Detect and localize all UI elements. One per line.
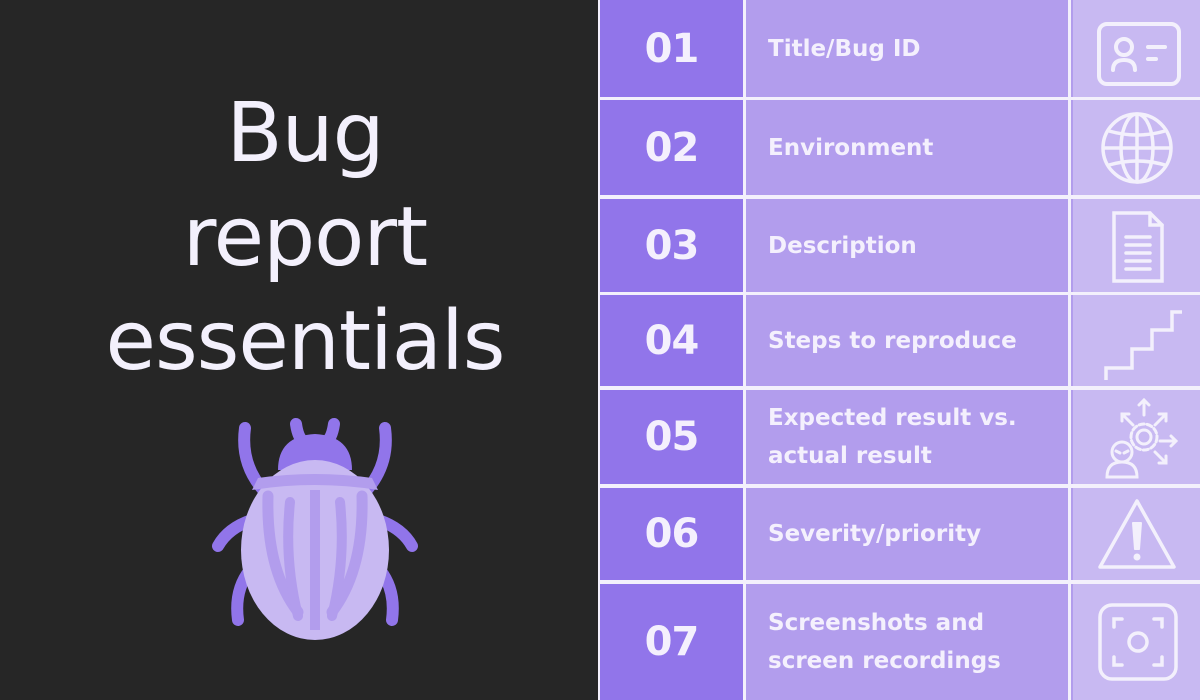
icon-cell [1071,199,1200,292]
icon-cell [1071,295,1200,386]
table-row: 05 Expected result vs. actual result [600,390,1200,484]
page-title: Bug report essentials [0,82,610,394]
title-panel: Bug report essentials [0,0,598,700]
title-line-2: report [182,190,428,285]
icon-cell [1071,584,1200,700]
id-card-icon [1096,21,1181,86]
item-number: 05 [600,390,743,484]
table-row: 03 Description [600,199,1200,292]
document-icon [1111,210,1164,283]
bug-icon [212,418,418,640]
warning-triangle-icon [1097,499,1176,569]
item-number: 01 [600,0,743,97]
icon-cell [1071,390,1200,484]
item-label: Environment [746,100,1068,195]
table-row: 06 Severity/priority [600,488,1200,580]
icon-cell [1071,100,1200,195]
item-label: Title/Bug ID [746,0,1068,97]
table-row: 01 Title/Bug ID [600,0,1200,97]
title-line-1: Bug [226,86,384,181]
item-label: Severity/priority [746,488,1068,580]
item-label: Screenshots and screen recordings [746,584,1068,700]
item-label: Expected result vs. actual result [746,390,1068,484]
icon-cell [1071,0,1200,97]
item-number: 02 [600,100,743,195]
item-number: 07 [600,584,743,700]
stairs-icon [1103,309,1182,380]
item-number: 03 [600,199,743,292]
item-number: 06 [600,488,743,580]
table-row: 04 Steps to reproduce [600,295,1200,386]
item-label: Description [746,199,1068,292]
person-gear-arrows-icon [1104,397,1178,479]
item-label: Steps to reproduce [746,295,1068,386]
table-row: 07 Screenshots and screen recordings [600,584,1200,700]
globe-icon [1100,111,1173,184]
essentials-table: 01 Title/Bug ID 02 Environment 03 Descri… [598,0,1200,700]
table-row: 02 Environment [600,100,1200,195]
icon-cell [1071,488,1200,580]
item-number: 04 [600,295,743,386]
title-line-3: essentials [105,294,506,389]
screenshot-camera-icon [1097,603,1178,681]
